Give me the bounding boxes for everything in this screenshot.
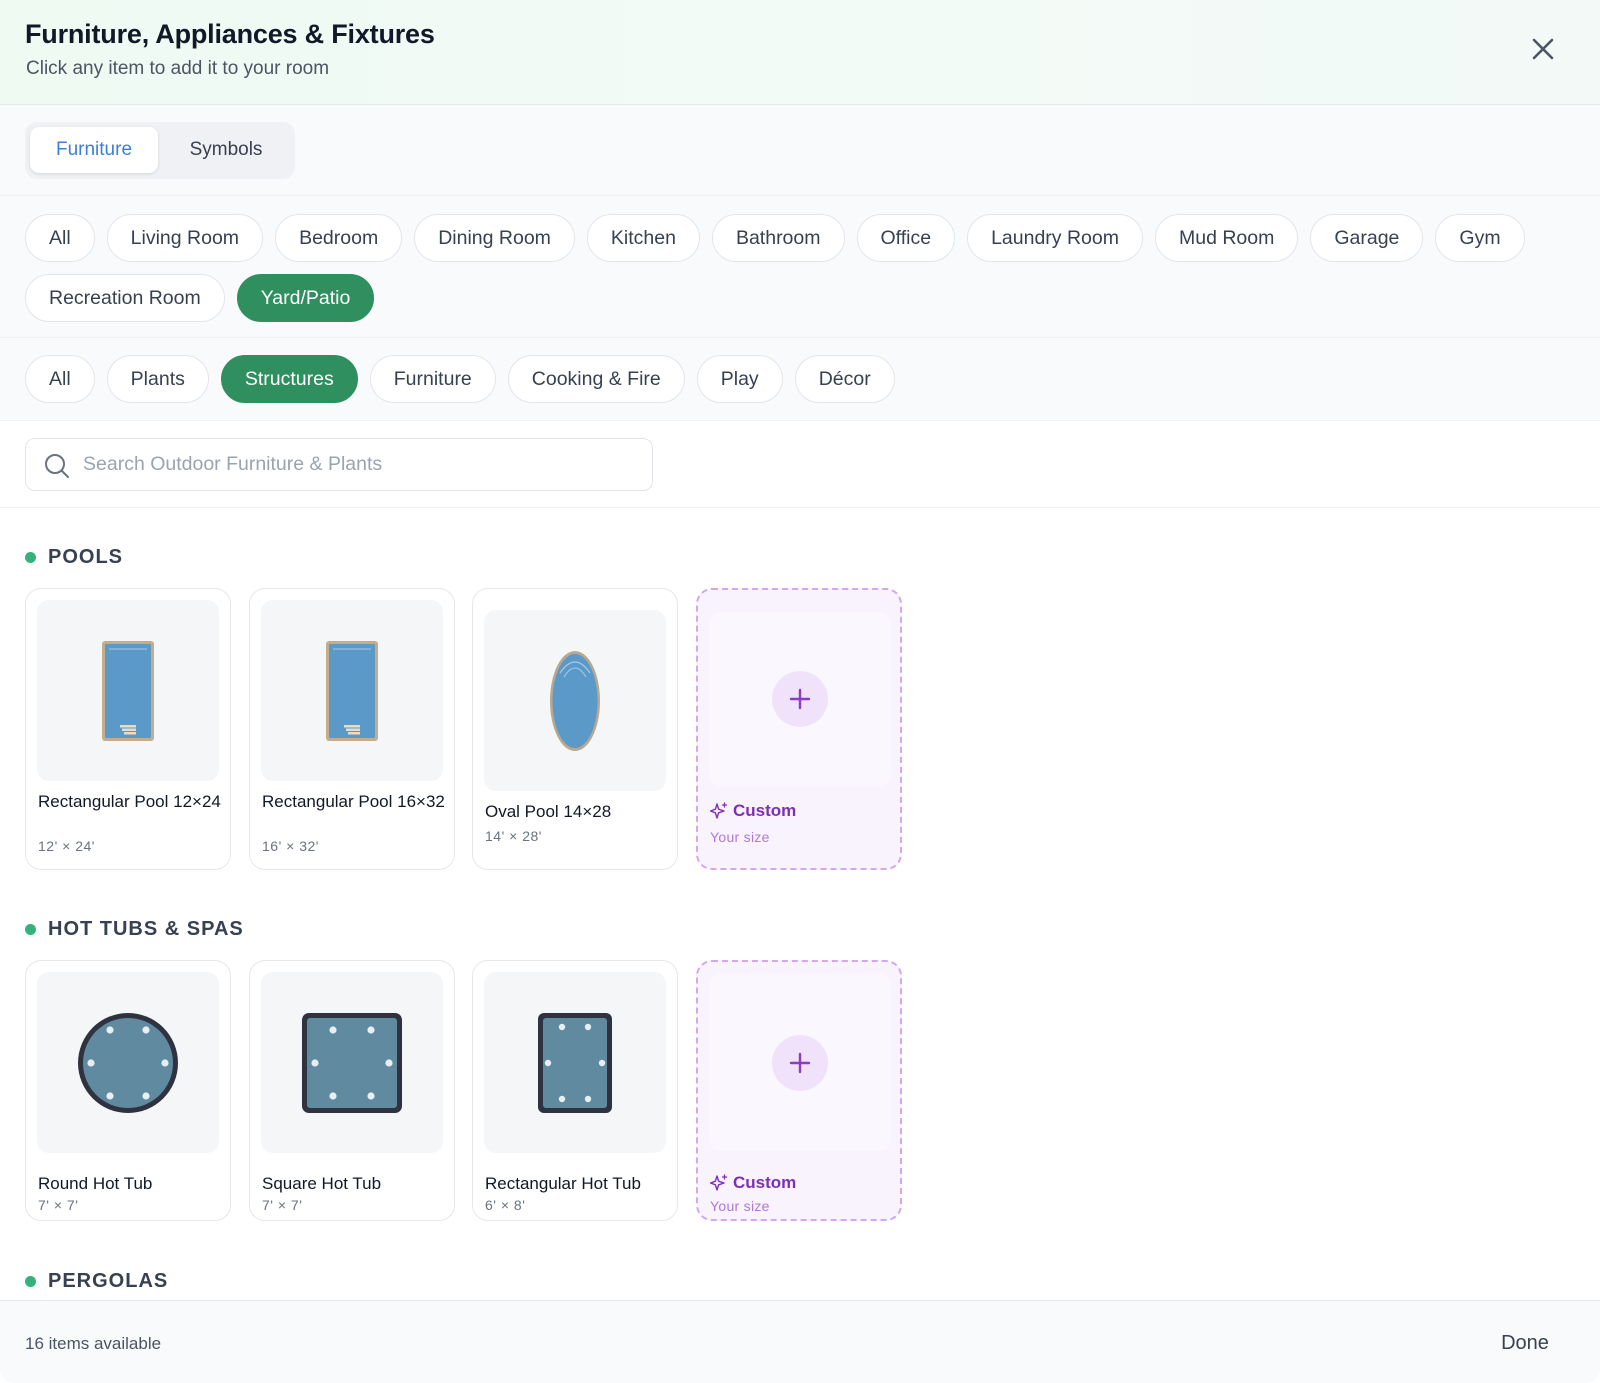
item-thumbnail: [37, 600, 219, 781]
oval-pool-icon: [550, 650, 600, 751]
section-title-pools: POOLS: [25, 546, 123, 569]
section-label: POOLS: [48, 546, 124, 568]
room-chip-mud-room[interactable]: Mud Room: [1154, 214, 1299, 262]
plus-icon: [772, 1034, 828, 1091]
room-chip-garage[interactable]: Garage: [1310, 214, 1424, 262]
section-label: PERGOLAS: [48, 1270, 169, 1292]
subcategory-chips: All Plants Structures Furniture Cooking …: [25, 355, 895, 403]
item-thumbnail: [37, 972, 219, 1153]
room-chip-yard-patio[interactable]: Yard/Patio: [236, 274, 375, 322]
search-box: [25, 438, 653, 491]
square-hot-tub-icon: [302, 1012, 402, 1113]
item-name: Rectangular Pool 12×24: [38, 792, 221, 811]
section-label: HOT TUBS & SPAS: [48, 918, 244, 940]
room-chip-all[interactable]: All: [25, 214, 95, 262]
room-chip-recreation-room[interactable]: Recreation Room: [25, 274, 225, 322]
item-name: Oval Pool 14×28: [485, 802, 612, 821]
custom-label: Custom: [710, 801, 796, 821]
item-card-rect-pool-16x32[interactable]: Rectangular Pool 16×32 16' × 32': [249, 588, 455, 870]
sparkle-icon: [710, 1174, 728, 1191]
item-size: 16' × 32': [262, 838, 319, 854]
custom-sub: Your size: [710, 829, 770, 845]
item-thumbnail: [261, 600, 443, 781]
section-title-pergolas: PERGOLAS: [25, 1270, 168, 1293]
search-bar: [0, 421, 1600, 508]
items-count: 16 items available: [25, 1334, 162, 1353]
tab-symbols[interactable]: Symbols: [162, 127, 290, 173]
item-card-rect-hot-tub[interactable]: Rectangular Hot Tub 6' × 8': [472, 960, 678, 1221]
plus-icon: [772, 671, 828, 727]
custom-pool-card[interactable]: Custom Your size: [696, 588, 902, 870]
custom-label-text: Custom: [733, 801, 797, 820]
furniture-modal: Furniture, Appliances & Fixtures Click a…: [0, 0, 1600, 1383]
item-name: Rectangular Hot Tub: [485, 1174, 641, 1193]
search-input[interactable]: [83, 439, 643, 489]
sub-chip-decor[interactable]: Décor: [794, 355, 895, 403]
modal-title: Furniture, Appliances & Fixtures: [25, 19, 435, 49]
room-chip-living-room[interactable]: Living Room: [106, 214, 264, 262]
custom-label-text: Custom: [733, 1173, 797, 1192]
room-chip-kitchen[interactable]: Kitchen: [586, 214, 700, 262]
item-card-round-hot-tub[interactable]: Round Hot Tub 7' × 7': [25, 960, 231, 1221]
room-chip-laundry-room[interactable]: Laundry Room: [967, 214, 1143, 262]
section-dot: [25, 924, 36, 935]
item-name: Round Hot Tub: [38, 1174, 153, 1193]
room-chip-bathroom[interactable]: Bathroom: [711, 214, 845, 262]
custom-thumbnail: [709, 974, 891, 1151]
sub-chip-play[interactable]: Play: [696, 355, 783, 403]
room-chip-bedroom[interactable]: Bedroom: [275, 214, 403, 262]
rect-pool-icon: [326, 640, 378, 741]
item-size: 7' × 7': [262, 1197, 303, 1213]
item-card-oval-pool[interactable]: Oval Pool 14×28 14' × 28': [472, 588, 678, 870]
section-title-hot-tubs: HOT TUBS & SPAS: [25, 918, 244, 941]
rect-pool-icon: [102, 640, 154, 741]
section-dot: [25, 552, 36, 563]
sub-chip-all[interactable]: All: [25, 355, 95, 403]
close-button[interactable]: [1526, 32, 1560, 66]
modal-footer: 16 items available Done: [0, 1300, 1600, 1383]
sparkle-icon: [710, 802, 728, 819]
sub-chip-plants[interactable]: Plants: [106, 355, 209, 403]
section-dot: [25, 1276, 36, 1287]
sub-chip-structures[interactable]: Structures: [220, 355, 358, 403]
sub-chip-furniture[interactable]: Furniture: [369, 355, 496, 403]
item-thumbnail: [484, 972, 666, 1153]
round-hot-tub-icon: [78, 1012, 178, 1113]
item-name: Square Hot Tub: [262, 1174, 382, 1193]
custom-thumbnail: [709, 612, 891, 786]
room-chip-dining-room[interactable]: Dining Room: [414, 214, 575, 262]
item-size: 7' × 7': [38, 1197, 79, 1213]
search-icon: [45, 454, 69, 478]
item-size: 12' × 24': [38, 838, 95, 854]
subcategory-filter-bar: All Plants Structures Furniture Cooking …: [0, 338, 1600, 421]
item-card-square-hot-tub[interactable]: Square Hot Tub 7' × 7': [249, 960, 455, 1221]
tabs-bar: Furniture Symbols: [0, 105, 1600, 196]
modal-header: Furniture, Appliances & Fixtures Click a…: [0, 0, 1600, 105]
mode-tabs: Furniture Symbols: [25, 122, 295, 179]
custom-sub: Your size: [710, 1198, 770, 1214]
custom-hot-tub-card[interactable]: Custom Your size: [696, 960, 902, 1221]
item-size: 6' × 8': [485, 1197, 526, 1213]
close-icon: [1532, 38, 1554, 60]
item-thumbnail: [484, 610, 666, 791]
rect-hot-tub-icon: [538, 1012, 612, 1113]
room-chip-office[interactable]: Office: [856, 214, 956, 262]
modal-subtitle: Click any item to add it to your room: [26, 58, 330, 79]
custom-label: Custom: [710, 1173, 796, 1193]
item-size: 14' × 28': [485, 828, 542, 844]
sub-chip-cooking-fire[interactable]: Cooking & Fire: [507, 355, 685, 403]
room-chip-gym[interactable]: Gym: [1435, 214, 1525, 262]
room-chips: All Living Room Bedroom Dining Room Kitc…: [25, 214, 1585, 322]
done-button[interactable]: Done: [1480, 1323, 1570, 1363]
item-card-rect-pool-12x24[interactable]: Rectangular Pool 12×24 12' × 24': [25, 588, 231, 870]
room-filter-bar: All Living Room Bedroom Dining Room Kitc…: [0, 196, 1600, 338]
item-thumbnail: [261, 972, 443, 1153]
tab-furniture[interactable]: Furniture: [30, 127, 158, 173]
item-name: Rectangular Pool 16×32: [262, 792, 445, 811]
